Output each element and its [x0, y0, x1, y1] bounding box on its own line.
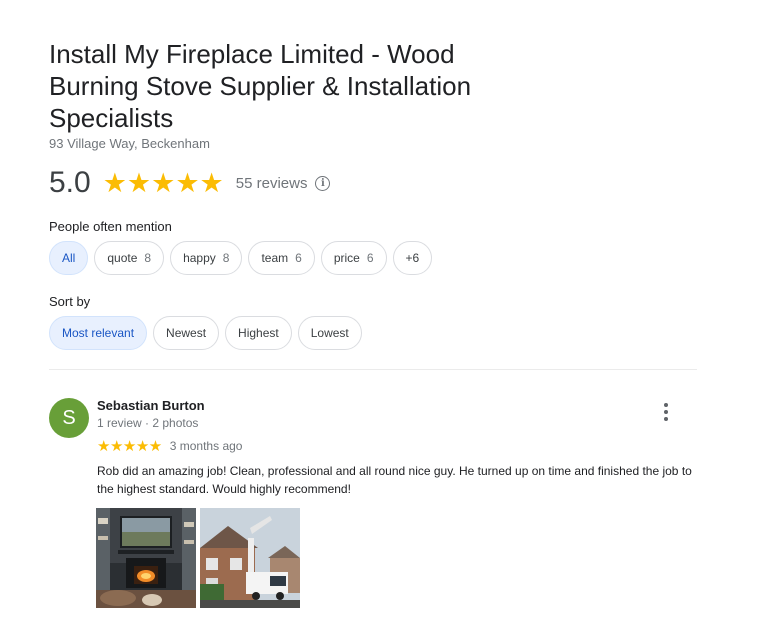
sort-highest[interactable]: Highest [225, 316, 292, 350]
mention-chip-all[interactable]: All [49, 241, 89, 275]
rating-stars: ★★★★★ [102, 167, 224, 198]
mention-chip-more[interactable]: +6 [392, 241, 433, 275]
sort-newest[interactable]: Newest [153, 316, 220, 350]
divider [49, 369, 697, 370]
review-rating-row: ★★★★★ 3 months ago [97, 437, 242, 455]
info-icon[interactable]: i [315, 175, 331, 191]
chip-label: quote [107, 251, 138, 265]
mention-chip-team[interactable]: team 6 [248, 241, 315, 275]
chip-label: team [261, 251, 289, 265]
sort-chips: Most relevant Newest Highest Lowest [49, 316, 362, 350]
review-count: 55 reviews [235, 174, 308, 192]
chip-label: All [62, 251, 76, 265]
sort-lowest[interactable]: Lowest [297, 316, 362, 350]
more-options-icon[interactable] [656, 402, 676, 422]
reviewer-avatar[interactable]: S [49, 398, 89, 438]
chip-label: +6 [405, 251, 420, 265]
chip-count: 6 [295, 251, 302, 265]
chip-label: happy [183, 251, 216, 265]
mention-chip-happy[interactable]: happy 8 [170, 241, 243, 275]
mention-chip-quote[interactable]: quote 8 [94, 241, 165, 275]
business-title: Install My Fireplace Limited - Wood Burn… [49, 39, 472, 133]
sort-most-relevant[interactable]: Most relevant [49, 316, 148, 350]
sort-label: Sort by [49, 294, 91, 309]
chip-count: 8 [222, 251, 230, 265]
mentions-chips: All quote 8 happy 8 team 6 price 6 +6 [49, 241, 433, 275]
review-text: Rob did an amazing job! Clean, professio… [97, 464, 692, 496]
review-photo-house[interactable] [200, 508, 300, 608]
mentions-label: People often mention [49, 219, 172, 234]
chip-label: price [333, 251, 360, 265]
review-photo-fireplace[interactable] [96, 508, 196, 608]
rating-value: 5.0 [49, 166, 91, 199]
reviewer-meta: 1 review · 2 photos [97, 416, 199, 430]
chip-count: 6 [366, 251, 374, 265]
reviewer-name[interactable]: Sebastian Burton [97, 398, 205, 413]
business-address: 93 Village Way, Beckenham [49, 136, 210, 151]
review-date: 3 months ago [169, 439, 243, 453]
chip-count: 8 [144, 251, 152, 265]
rating-summary: 5.0 ★★★★★ 55 reviews i [49, 165, 331, 201]
mention-chip-price[interactable]: price 6 [320, 241, 387, 275]
review-stars: ★★★★★ [97, 438, 162, 455]
